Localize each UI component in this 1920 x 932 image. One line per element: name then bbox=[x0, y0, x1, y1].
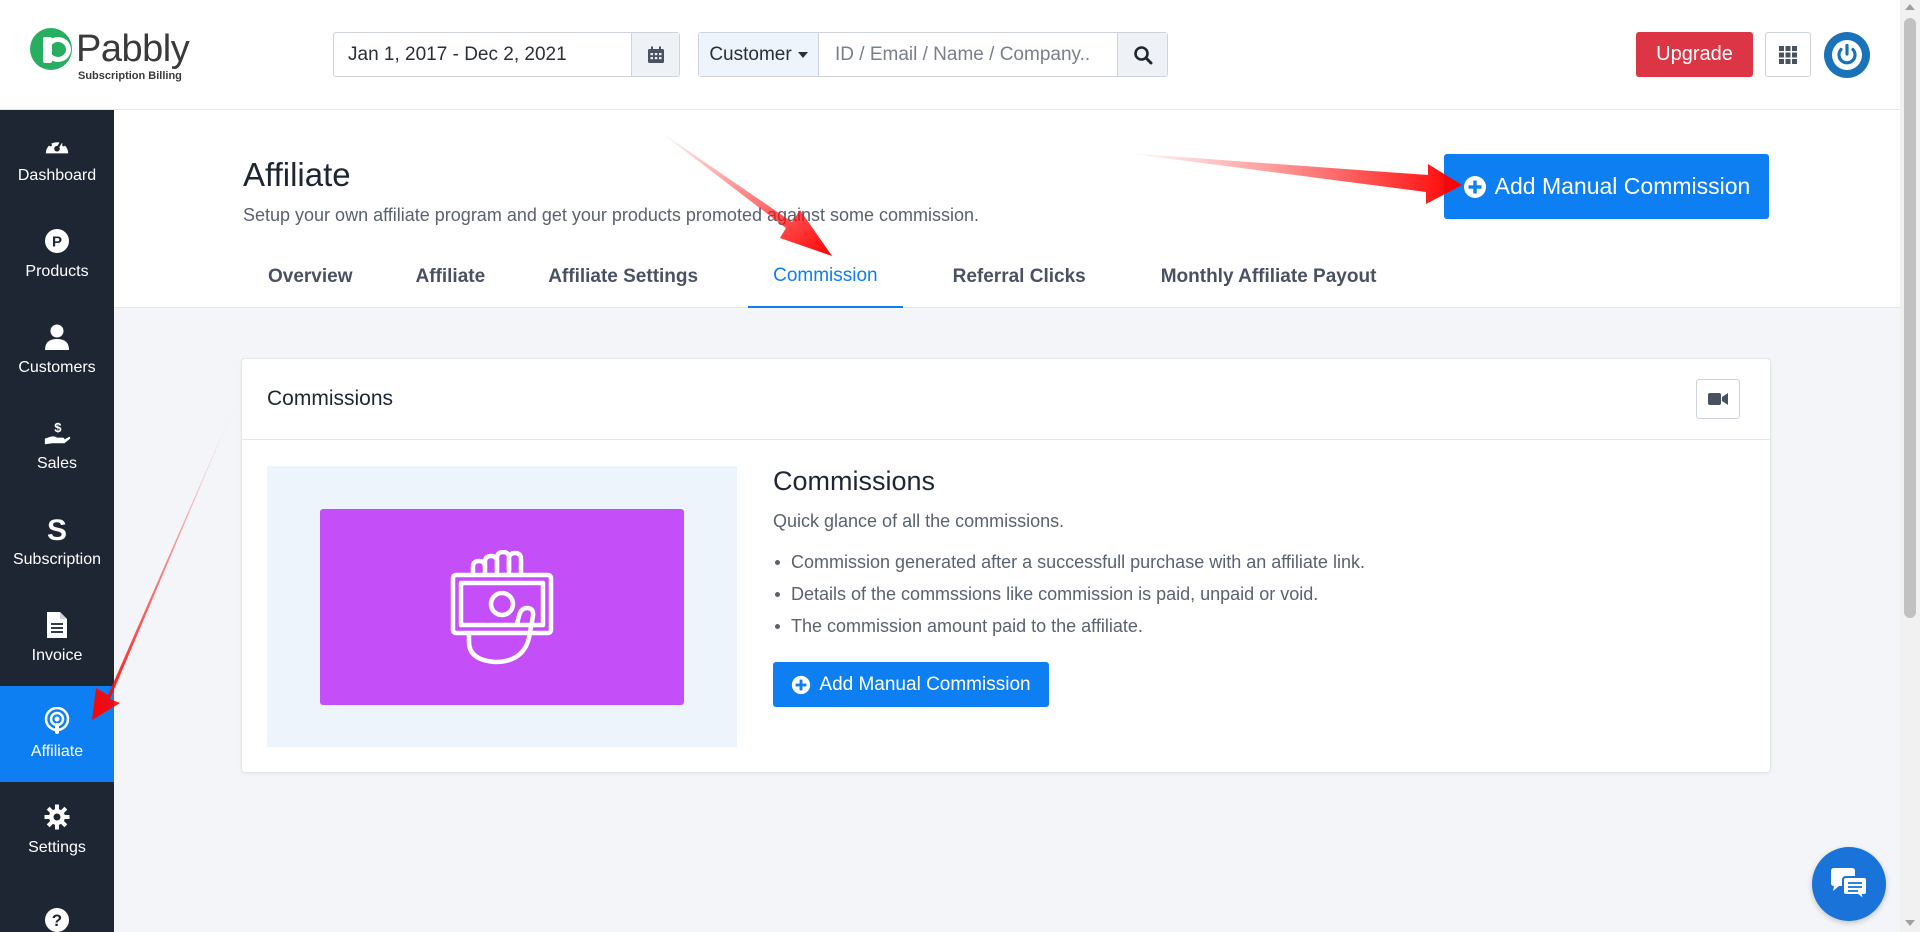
question-icon: ? bbox=[43, 906, 71, 932]
power-icon bbox=[1832, 40, 1862, 70]
card-header: Commissions bbox=[242, 359, 1770, 440]
list-item: The commission amount paid to the affili… bbox=[773, 610, 1365, 642]
commissions-info: Commissions Quick glance of all the comm… bbox=[773, 466, 1365, 707]
sidebar-item-customers[interactable]: Customers bbox=[0, 302, 114, 398]
search-input[interactable] bbox=[819, 33, 1117, 76]
commissions-illustration bbox=[267, 466, 737, 747]
page-title: Affiliate bbox=[243, 156, 351, 193]
sidebar-item-subscription[interactable]: S Subscription bbox=[0, 494, 114, 590]
sidebar-item-affiliate[interactable]: Affiliate bbox=[0, 686, 114, 782]
tab-overview[interactable]: Overview bbox=[243, 246, 378, 308]
card-title: Commissions bbox=[267, 387, 394, 410]
illustration-panel bbox=[320, 509, 684, 705]
tab-affiliate[interactable]: Affiliate bbox=[378, 246, 524, 308]
calendar-button[interactable] bbox=[631, 33, 679, 76]
brand-name: Pabbly bbox=[76, 28, 190, 70]
scrollbar-thumb[interactable] bbox=[1904, 18, 1916, 618]
svg-text:$: $ bbox=[54, 420, 62, 435]
grid-icon bbox=[1779, 45, 1797, 64]
list-item: Commission generated after a successfull… bbox=[773, 546, 1365, 578]
s-icon: S bbox=[43, 514, 71, 544]
chat-widget-button[interactable] bbox=[1812, 847, 1886, 921]
user-icon bbox=[43, 323, 71, 351]
pabbly-logo[interactable]: Pabbly Subscription Billing bbox=[30, 24, 200, 84]
date-range-picker[interactable]: Jan 1, 2017 - Dec 2, 2021 bbox=[333, 32, 680, 77]
sidebar-item-help[interactable]: ? bbox=[0, 878, 114, 932]
brand-subtitle: Subscription Billing bbox=[78, 70, 182, 82]
add-manual-commission-label: Add Manual Commission bbox=[1494, 173, 1751, 199]
plus-circle-icon bbox=[1463, 175, 1486, 198]
p-circle-icon: P bbox=[43, 227, 71, 255]
sidebar-item-settings[interactable]: Settings bbox=[0, 782, 114, 878]
scroll-down-arrow-icon[interactable] bbox=[1905, 920, 1915, 926]
list-item: Details of the commssions like commissio… bbox=[773, 578, 1365, 610]
add-manual-commission-card-button[interactable]: Add Manual Commission bbox=[773, 662, 1049, 707]
gauge-icon bbox=[43, 131, 71, 159]
svg-text:S: S bbox=[47, 514, 67, 544]
video-tutorial-button[interactable] bbox=[1696, 379, 1740, 419]
hand-dollar-icon: $ bbox=[43, 419, 71, 447]
search-button[interactable] bbox=[1117, 33, 1167, 76]
sidebar-item-label: Sales bbox=[36, 455, 78, 472]
info-title: Commissions bbox=[773, 466, 936, 496]
apps-menu-button[interactable] bbox=[1765, 32, 1811, 77]
pabbly-logo-mark-icon bbox=[30, 28, 72, 70]
sidebar-item-label: Customers bbox=[18, 359, 96, 376]
top-header: Pabbly Subscription Billing Jan 1, 2017 … bbox=[0, 0, 1900, 110]
calendar-icon bbox=[647, 46, 664, 63]
tab-monthly-affiliate-payout[interactable]: Monthly Affiliate Payout bbox=[1136, 246, 1402, 308]
sidebar-item-dashboard[interactable]: Dashboard bbox=[0, 110, 114, 206]
podcast-icon bbox=[43, 707, 71, 735]
info-bullet-list: Commission generated after a successfull… bbox=[773, 546, 1365, 642]
sidebar: Dashboard P Products Customers $ Sales S… bbox=[0, 110, 114, 932]
affiliate-tabs: Overview Affiliate Affiliate Settings Co… bbox=[243, 246, 1401, 308]
sidebar-item-sales[interactable]: $ Sales bbox=[0, 398, 114, 494]
hand-money-icon bbox=[450, 549, 554, 664]
add-manual-commission-button[interactable]: Add Manual Commission bbox=[1444, 154, 1769, 219]
sidebar-item-products[interactable]: P Products bbox=[0, 206, 114, 302]
commissions-card: Commissions Commissions Quick glance of … bbox=[241, 358, 1771, 773]
user-account-button[interactable] bbox=[1824, 32, 1870, 78]
page-subtitle: Setup your own affiliate program and get… bbox=[243, 205, 980, 225]
plus-circle-icon bbox=[792, 675, 811, 694]
tab-referral-clicks[interactable]: Referral Clicks bbox=[903, 246, 1136, 308]
scroll-up-arrow-icon[interactable] bbox=[1905, 4, 1915, 10]
svg-text:P: P bbox=[52, 234, 62, 251]
sidebar-item-label: Affiliate bbox=[30, 743, 84, 760]
page-header: Affiliate Setup your own affiliate progr… bbox=[114, 110, 1900, 308]
video-camera-icon bbox=[1708, 393, 1728, 405]
file-icon bbox=[43, 611, 71, 639]
upgrade-button[interactable]: Upgrade bbox=[1636, 32, 1753, 77]
page-scrollbar[interactable] bbox=[1900, 0, 1920, 932]
caret-down-icon bbox=[797, 51, 808, 58]
search-icon bbox=[1133, 45, 1152, 64]
sidebar-item-label: Subscription bbox=[12, 551, 102, 568]
sidebar-item-invoice[interactable]: Invoice bbox=[0, 590, 114, 686]
customer-search: Customer bbox=[698, 32, 1168, 77]
tab-affiliate-settings[interactable]: Affiliate Settings bbox=[523, 246, 723, 308]
sidebar-item-label: Invoice bbox=[31, 647, 83, 664]
search-type-dropdown[interactable]: Customer bbox=[699, 33, 819, 76]
chat-bubbles-icon bbox=[1831, 868, 1868, 901]
sidebar-item-label: Products bbox=[25, 263, 89, 280]
gear-icon bbox=[43, 803, 71, 831]
tab-commission[interactable]: Commission bbox=[748, 246, 903, 308]
svg-text:?: ? bbox=[52, 911, 62, 930]
info-subtitle: Quick glance of all the commissions. bbox=[773, 511, 1065, 531]
date-range-value[interactable]: Jan 1, 2017 - Dec 2, 2021 bbox=[334, 33, 631, 76]
sidebar-item-label: Dashboard bbox=[17, 167, 97, 184]
add-manual-commission-card-label: Add Manual Commission bbox=[819, 673, 1031, 695]
sidebar-item-label: Settings bbox=[28, 839, 86, 856]
search-type-label: Customer bbox=[709, 43, 792, 65]
